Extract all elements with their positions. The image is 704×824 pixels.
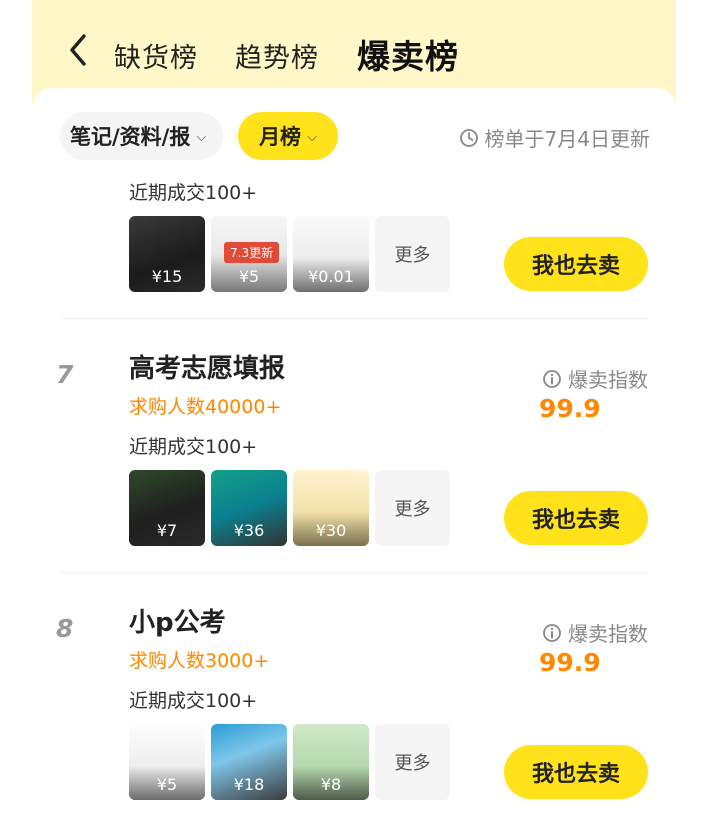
item-title[interactable]: 小p公考 (129, 602, 226, 639)
thumbnail-price: ¥8 (320, 775, 342, 794)
product-thumbnail[interactable]: ¥15 (129, 216, 205, 292)
list-item: 7 高考志愿填报 求购人数40000+ 爆卖指数 99.9 近期成交100+ ¥… (32, 318, 676, 572)
info-icon (543, 623, 561, 642)
product-thumbnail[interactable]: 7.3更新 ¥5 (211, 216, 287, 292)
chevron-left-icon (70, 34, 86, 66)
more-button[interactable]: 更多 (375, 470, 450, 546)
ranking-card: 笔记/资料/报 ⌵ 月榜 ⌵ 榜单于7月4日更新 近期成交100+ ¥15 7.… (32, 88, 676, 824)
rank-number: 8 (56, 614, 74, 643)
info-icon (543, 369, 561, 388)
tab-hot-sale[interactable]: 爆卖榜 (357, 30, 459, 78)
demand-count: 求购人数3000+ (129, 650, 270, 672)
hot-index-text: 爆卖指数 (568, 622, 648, 646)
list-item: 近期成交100+ ¥15 7.3更新 ¥5 ¥0.01 更多 我也去卖 (32, 88, 676, 318)
back-button[interactable] (64, 30, 94, 70)
hot-index-value: 99.9 (539, 648, 601, 677)
recent-deals: 近期成交100+ (129, 182, 258, 204)
product-thumbnail[interactable]: ¥0.01 (293, 216, 369, 292)
thumbnail-price: ¥5 (238, 267, 260, 286)
update-tag: 7.3更新 (224, 242, 280, 263)
thumbnail-price: ¥0.01 (308, 267, 354, 286)
product-thumbnail[interactable]: ¥30 (293, 470, 369, 546)
hot-index-label[interactable]: 爆卖指数 (542, 618, 648, 647)
app-screen: 缺货榜 趋势榜 爆卖榜 笔记/资料/报 ⌵ 月榜 ⌵ 榜单于7月4日更新 近期成… (0, 0, 704, 824)
more-button[interactable]: 更多 (375, 724, 450, 800)
product-thumbnail[interactable]: ¥5 (129, 724, 205, 800)
sell-button[interactable]: 我也去卖 (504, 237, 648, 291)
top-navigation: 缺货榜 趋势榜 爆卖榜 (32, 0, 676, 96)
tab-shortage[interactable]: 缺货榜 (114, 36, 198, 75)
ranking-panel: 缺货榜 趋势榜 爆卖榜 笔记/资料/报 ⌵ 月榜 ⌵ 榜单于7月4日更新 近期成… (32, 0, 676, 824)
recent-deals: 近期成交100+ (129, 690, 258, 712)
list-item: 8 小p公考 求购人数3000+ 爆卖指数 99.9 近期成交100+ ¥5 ¥… (32, 572, 676, 824)
thumbnail-price: ¥15 (151, 267, 183, 286)
product-thumbnail[interactable]: ¥8 (293, 724, 369, 800)
sell-button[interactable]: 我也去卖 (504, 491, 648, 545)
tab-trend[interactable]: 趋势榜 (235, 36, 319, 75)
more-button[interactable]: 更多 (375, 216, 450, 292)
product-thumbnail[interactable]: ¥7 (129, 470, 205, 546)
thumbnail-price: ¥36 (233, 521, 265, 540)
hot-index-value: 99.9 (539, 394, 601, 423)
hot-index-label[interactable]: 爆卖指数 (542, 364, 648, 393)
thumbnail-price: ¥7 (156, 521, 178, 540)
rank-number: 7 (56, 360, 74, 389)
item-title[interactable]: 高考志愿填报 (129, 348, 285, 385)
thumbnail-price: ¥5 (156, 775, 178, 794)
recent-deals: 近期成交100+ (129, 436, 258, 458)
sell-button[interactable]: 我也去卖 (504, 745, 648, 799)
product-thumbnail[interactable]: ¥18 (211, 724, 287, 800)
thumbnail-price: ¥30 (315, 521, 347, 540)
demand-count: 求购人数40000+ (129, 396, 282, 418)
thumbnail-price: ¥18 (233, 775, 265, 794)
product-thumbnail[interactable]: ¥36 (211, 470, 287, 546)
hot-index-text: 爆卖指数 (568, 368, 648, 392)
